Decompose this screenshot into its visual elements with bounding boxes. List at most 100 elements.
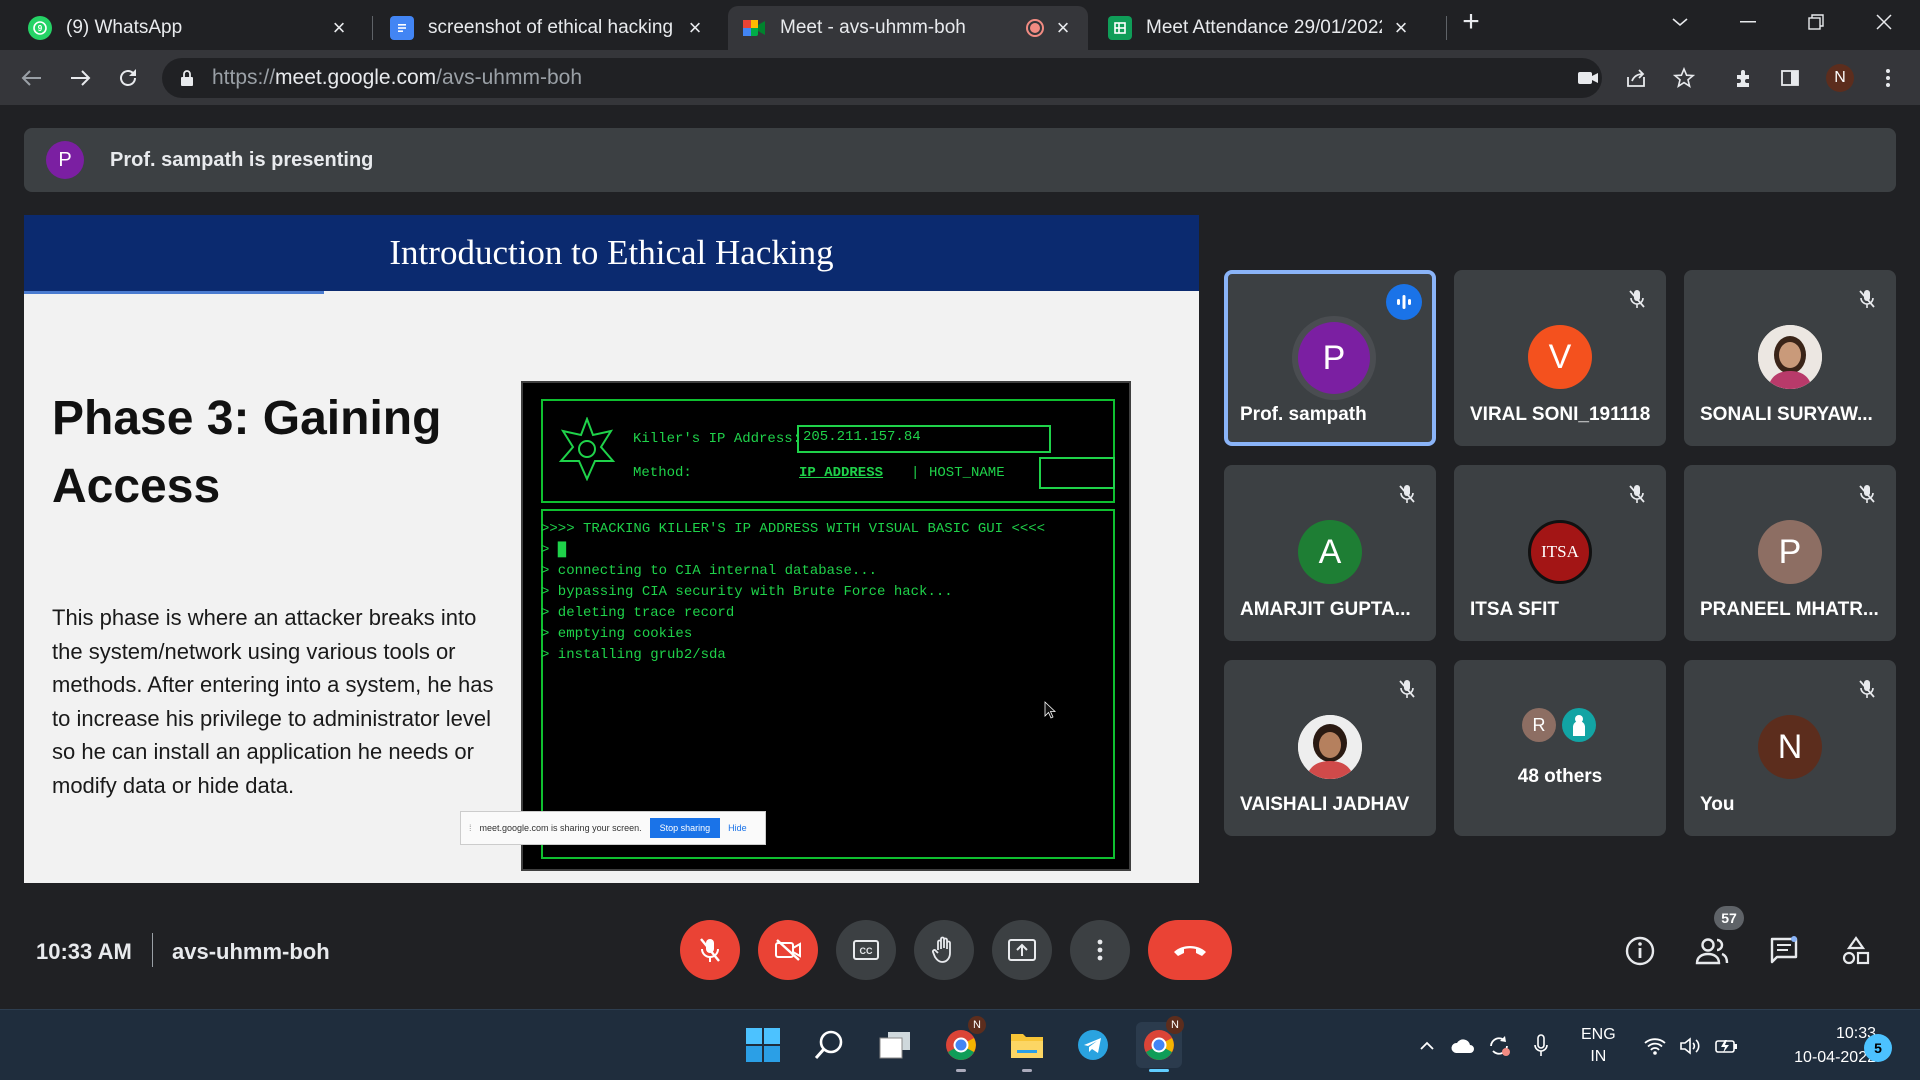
battery-icon[interactable] bbox=[1712, 1032, 1742, 1060]
participant-name: You bbox=[1700, 794, 1735, 815]
leave-call-button[interactable] bbox=[1148, 920, 1232, 980]
onedrive-icon[interactable] bbox=[1448, 1032, 1478, 1060]
self-tile[interactable]: N You bbox=[1684, 660, 1896, 836]
ip-label: Killer's IP Address: bbox=[633, 431, 802, 447]
task-view-icon[interactable] bbox=[872, 1022, 918, 1068]
participant-tile[interactable]: SONALI SURYAW... bbox=[1684, 270, 1896, 446]
stop-sharing-button[interactable]: Stop sharing bbox=[649, 818, 721, 838]
system-clock[interactable]: 10:33 10-04-2022 bbox=[1762, 1022, 1876, 1070]
volume-icon[interactable] bbox=[1676, 1032, 1706, 1060]
minimize-button[interactable] bbox=[1714, 0, 1782, 44]
share-notice-text: meet.google.com is sharing your screen. bbox=[479, 823, 642, 833]
running-indicator bbox=[1149, 1069, 1169, 1072]
camera-toggle-button[interactable] bbox=[758, 920, 818, 980]
notification-badge[interactable]: 5 bbox=[1864, 1034, 1892, 1062]
microphone-icon[interactable] bbox=[1526, 1032, 1556, 1060]
hide-button[interactable]: Hide bbox=[728, 823, 747, 833]
slide-header: Introduction to Ethical Hacking bbox=[24, 215, 1199, 291]
participant-tile[interactable]: P Prof. sampath bbox=[1224, 270, 1436, 446]
sync-icon[interactable] bbox=[1484, 1032, 1514, 1060]
participant-tile[interactable]: V VIRAL SONI_191118 bbox=[1454, 270, 1666, 446]
others-tile[interactable]: R 48 others bbox=[1454, 660, 1666, 836]
ip-field: 205.211.157.84 bbox=[797, 425, 1051, 453]
slide-title: Introduction to Ethical Hacking bbox=[389, 233, 834, 272]
participant-avatar: V bbox=[1528, 325, 1592, 389]
raise-hand-button[interactable] bbox=[914, 920, 974, 980]
tab-title: screenshot of ethical hacking - G bbox=[428, 17, 676, 38]
chrome-menu-icon[interactable] bbox=[1874, 64, 1902, 92]
participant-name: VAISHALI JADHAV bbox=[1240, 794, 1410, 815]
telegram-icon[interactable] bbox=[1070, 1022, 1116, 1068]
file-explorer-icon[interactable] bbox=[1004, 1022, 1050, 1072]
url-host: meet.google.com bbox=[275, 66, 437, 89]
tab-search-button[interactable] bbox=[1646, 0, 1714, 44]
drag-handle-icon[interactable]: ⁞ bbox=[469, 823, 472, 833]
back-button[interactable] bbox=[12, 58, 52, 98]
participant-tile[interactable]: VAISHALI JADHAV bbox=[1224, 660, 1436, 836]
chat-button[interactable] bbox=[1764, 931, 1804, 971]
language-code: ENG bbox=[1581, 1026, 1616, 1043]
meeting-time: 10:33 AM bbox=[36, 939, 132, 964]
reload-button[interactable] bbox=[108, 58, 148, 98]
present-screen-button[interactable] bbox=[992, 920, 1052, 980]
method-option-host: HOST_NAME bbox=[929, 465, 1005, 481]
side-panel-icon[interactable] bbox=[1776, 64, 1804, 92]
participant-avatar: A bbox=[1298, 520, 1362, 584]
start-button[interactable] bbox=[740, 1022, 786, 1068]
extensions-icon[interactable] bbox=[1730, 64, 1758, 92]
participant-tile[interactable]: A AMARJIT GUPTA... bbox=[1224, 465, 1436, 641]
docs-icon bbox=[390, 16, 414, 40]
forward-button[interactable] bbox=[60, 58, 100, 98]
restore-button[interactable] bbox=[1782, 0, 1850, 44]
camera-in-use-icon[interactable] bbox=[1574, 64, 1602, 92]
speaking-indicator-icon bbox=[1386, 284, 1422, 320]
new-tab-button[interactable]: + bbox=[1446, 0, 1496, 44]
more-options-button[interactable] bbox=[1070, 920, 1130, 980]
close-icon[interactable]: × bbox=[1390, 15, 1412, 41]
sheets-icon bbox=[1108, 16, 1132, 40]
bookmark-star-icon[interactable] bbox=[1670, 64, 1698, 92]
profile-avatar[interactable]: N bbox=[1826, 64, 1854, 92]
url-text[interactable]: https://meet.google.com/avs-uhmm-boh bbox=[212, 66, 582, 90]
participant-name: PRANEEL MHATR... bbox=[1700, 599, 1879, 620]
close-icon[interactable]: × bbox=[328, 15, 350, 41]
tab-sheets[interactable]: Meet Attendance 29/01/2022 - G × bbox=[1094, 6, 1426, 50]
address-bar[interactable]: https://meet.google.com/avs-uhmm-boh bbox=[162, 58, 1602, 98]
method-label: Method: bbox=[633, 465, 692, 481]
recording-icon bbox=[1026, 19, 1044, 37]
terminal-header-panel: Killer's IP Address: 205.211.157.84 Meth… bbox=[541, 399, 1115, 503]
running-indicator bbox=[956, 1069, 966, 1072]
search-icon[interactable] bbox=[806, 1022, 852, 1068]
participant-name: Prof. sampath bbox=[1240, 404, 1367, 425]
close-window-button[interactable] bbox=[1850, 0, 1918, 44]
lock-icon[interactable] bbox=[180, 70, 194, 86]
method-separator: | bbox=[911, 465, 920, 481]
chrome-icon[interactable]: N bbox=[938, 1016, 986, 1072]
participant-avatar: R bbox=[1522, 708, 1556, 742]
terminal-screenshot: Killer's IP Address: 205.211.157.84 Meth… bbox=[521, 381, 1131, 871]
wifi-icon[interactable] bbox=[1640, 1032, 1670, 1060]
participant-tile[interactable]: P PRANEEL MHATR... bbox=[1684, 465, 1896, 641]
share-icon[interactable] bbox=[1622, 64, 1650, 92]
url-path: /avs-uhmm-boh bbox=[436, 66, 583, 89]
whatsapp-icon: 9 bbox=[28, 16, 52, 40]
participant-photo bbox=[1758, 325, 1822, 389]
screen-share-notice: ⁞ meet.google.com is sharing your screen… bbox=[460, 811, 766, 845]
mic-toggle-button[interactable] bbox=[680, 920, 740, 980]
participant-tile[interactable]: ITSA ITSA SFIT bbox=[1454, 465, 1666, 641]
presentation-slide: Introduction to Ethical Hacking Phase 3:… bbox=[24, 215, 1199, 883]
tab-separator bbox=[372, 16, 373, 40]
tab-whatsapp[interactable]: 9 (9) WhatsApp × bbox=[14, 6, 364, 50]
chrome-icon[interactable]: N bbox=[1136, 1016, 1184, 1072]
activities-button[interactable] bbox=[1836, 931, 1876, 971]
tab-docs[interactable]: screenshot of ethical hacking - G × bbox=[376, 6, 720, 50]
tab-meet[interactable]: Meet - avs-uhmm-boh × bbox=[728, 6, 1088, 50]
close-icon[interactable]: × bbox=[684, 15, 706, 41]
people-button[interactable] bbox=[1692, 931, 1732, 971]
presenting-text: Prof. sampath is presenting bbox=[110, 148, 374, 171]
close-icon[interactable]: × bbox=[1052, 15, 1074, 41]
meeting-details-button[interactable] bbox=[1620, 931, 1660, 971]
captions-button[interactable]: CC bbox=[836, 920, 896, 980]
language-indicator[interactable]: ENG IN bbox=[1581, 1024, 1616, 1068]
chevron-up-icon[interactable] bbox=[1412, 1032, 1442, 1060]
